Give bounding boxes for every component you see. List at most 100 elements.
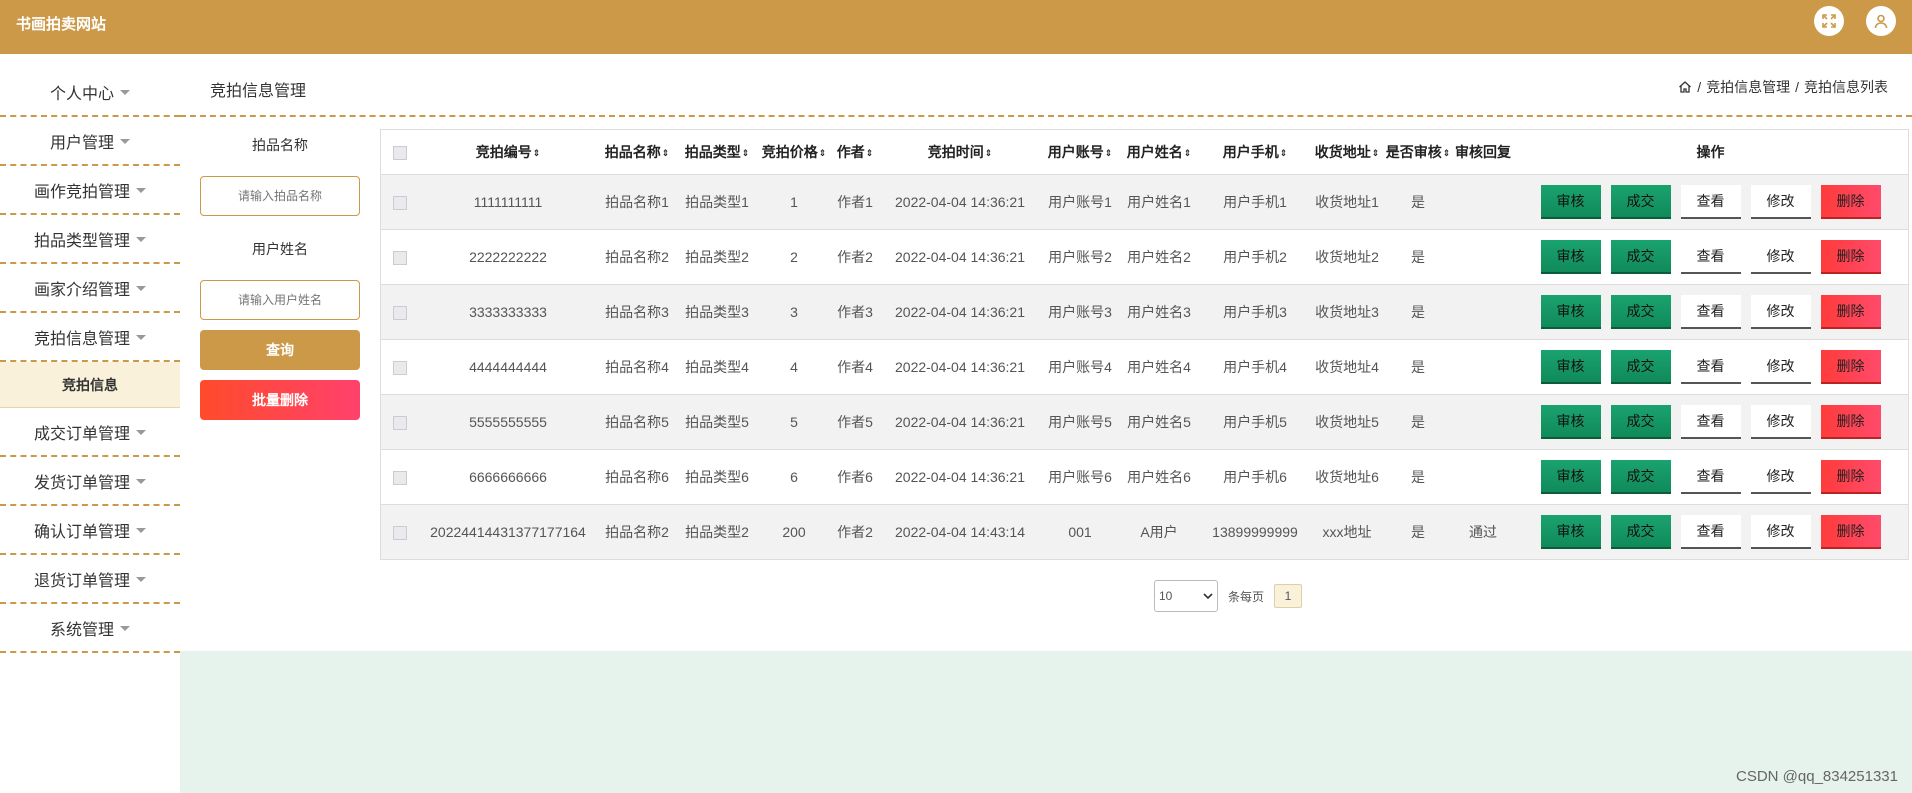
sort-icon: ⇕ — [1104, 147, 1113, 158]
user-name-input[interactable] — [200, 280, 360, 320]
view-button[interactable]: 查看 — [1680, 404, 1741, 439]
table-cell — [1453, 394, 1513, 449]
sidebar-item-item-type[interactable]: 拍品类型管理 — [0, 215, 180, 264]
edit-button[interactable]: 修改 — [1750, 184, 1811, 219]
col-header-address[interactable]: 收货地址⇕ — [1311, 130, 1383, 174]
row-checkbox[interactable] — [393, 525, 407, 540]
view-button[interactable]: 查看 — [1680, 514, 1741, 549]
user-avatar-icon[interactable] — [1866, 6, 1896, 36]
deal-button[interactable]: 成交 — [1610, 514, 1671, 549]
sidebar-item-painter-intro[interactable]: 画家介绍管理 — [0, 264, 180, 313]
view-button[interactable]: 查看 — [1680, 239, 1741, 274]
col-header-user-name[interactable]: 用户姓名⇕ — [1119, 130, 1199, 174]
table-row: 6666666666 拍品名称6 拍品类型6 6 作者6 2022-04-04 14:36… — [381, 449, 1908, 504]
sidebar-item-return-orders[interactable]: 退货订单管理 — [0, 555, 180, 604]
view-button[interactable]: 查看 — [1680, 459, 1741, 494]
deal-button[interactable]: 成交 — [1610, 239, 1671, 274]
batch-delete-button[interactable]: 批量删除 — [200, 380, 360, 420]
sidebar-subitem-auction-info[interactable]: 竞拍信息 — [0, 362, 180, 408]
table-cell: 2222222222 — [469, 248, 547, 265]
table-cell: 2022-04-04 14:36:21 — [895, 413, 1025, 430]
breadcrumb-item[interactable]: 竞拍信息管理 — [1706, 77, 1790, 97]
col-header-audited[interactable]: 是否审核⇕ — [1383, 130, 1453, 174]
table-cell: A用户 — [1140, 523, 1178, 540]
deal-button[interactable]: 成交 — [1610, 404, 1671, 439]
sort-icon: ⇕ — [661, 147, 670, 158]
audit-button[interactable]: 审核 — [1540, 184, 1601, 219]
delete-button[interactable]: 删除 — [1820, 349, 1881, 384]
table-cell: 拍品类型1 — [685, 193, 749, 210]
item-name-input[interactable] — [200, 176, 360, 216]
audit-button[interactable]: 审核 — [1540, 404, 1601, 439]
col-header-item-name[interactable]: 拍品名称⇕ — [597, 130, 677, 174]
sidebar-item-user-management[interactable]: 用户管理 — [0, 117, 180, 166]
table-cell: 用户姓名6 — [1127, 468, 1191, 485]
row-checkbox[interactable] — [393, 360, 407, 375]
table-cell: 2022-04-04 14:36:21 — [895, 193, 1025, 210]
home-icon[interactable] — [1678, 80, 1692, 94]
view-button[interactable]: 查看 — [1680, 349, 1741, 384]
delete-button[interactable]: 删除 — [1820, 459, 1881, 494]
col-header-auction-no[interactable]: 竞拍编号⇕ — [419, 130, 597, 174]
edit-button[interactable]: 修改 — [1750, 294, 1811, 329]
delete-button[interactable]: 删除 — [1820, 514, 1881, 549]
sidebar-item-system-management[interactable]: 系统管理 — [0, 604, 180, 653]
col-header-price[interactable]: 竞拍价格⇕ — [757, 130, 831, 174]
page-button-current[interactable]: 1 — [1274, 584, 1303, 608]
row-checkbox[interactable] — [393, 470, 407, 485]
table-cell: 6666666666 — [469, 468, 547, 485]
query-button[interactable]: 查询 — [200, 330, 360, 370]
delete-button[interactable]: 删除 — [1820, 294, 1881, 329]
row-checkbox[interactable] — [393, 415, 407, 430]
edit-button[interactable]: 修改 — [1750, 404, 1811, 439]
table-row: 4444444444 拍品名称4 拍品类型4 4 作者4 2022-04-04 14:36… — [381, 339, 1908, 394]
col-header-time[interactable]: 竞拍时间⇕ — [879, 130, 1041, 174]
table-cell: 作者1 — [837, 193, 873, 210]
table-cell: 用户手机2 — [1223, 248, 1287, 265]
edit-button[interactable]: 修改 — [1750, 349, 1811, 384]
deal-button[interactable]: 成交 — [1610, 349, 1671, 384]
deal-button[interactable]: 成交 — [1610, 184, 1671, 219]
col-header-phone[interactable]: 用户手机⇕ — [1199, 130, 1311, 174]
table-cell: 20224414431377177164 — [430, 523, 586, 540]
audit-button[interactable]: 审核 — [1540, 349, 1601, 384]
row-checkbox[interactable] — [393, 195, 407, 210]
row-checkbox[interactable] — [393, 305, 407, 320]
col-header-account[interactable]: 用户账号⇕ — [1041, 130, 1119, 174]
col-header-item-type[interactable]: 拍品类型⇕ — [677, 130, 757, 174]
table-cell: 拍品名称3 — [605, 303, 669, 320]
edit-button[interactable]: 修改 — [1750, 459, 1811, 494]
audit-button[interactable]: 审核 — [1540, 459, 1601, 494]
audit-button[interactable]: 审核 — [1540, 239, 1601, 274]
table-cell: 收货地址5 — [1315, 413, 1379, 430]
col-header-operations: 操作 — [1696, 143, 1725, 160]
table-cell: 是 — [1411, 413, 1425, 430]
audit-button[interactable]: 审核 — [1540, 514, 1601, 549]
delete-button[interactable]: 删除 — [1820, 184, 1881, 219]
table-cell: 拍品类型3 — [685, 303, 749, 320]
view-button[interactable]: 查看 — [1680, 294, 1741, 329]
select-all-checkbox[interactable] — [393, 145, 407, 160]
page-size-select[interactable]: 10 — [1154, 580, 1218, 612]
sidebar-item-personal-center[interactable]: 个人中心 — [0, 68, 180, 117]
table-cell: 用户姓名2 — [1127, 248, 1191, 265]
delete-button[interactable]: 删除 — [1820, 404, 1881, 439]
deal-button[interactable]: 成交 — [1610, 459, 1671, 494]
col-header-author[interactable]: 作者⇕ — [831, 130, 879, 174]
table-cell: 拍品类型5 — [685, 413, 749, 430]
sidebar-item-confirm-orders[interactable]: 确认订单管理 — [0, 506, 180, 555]
edit-button[interactable]: 修改 — [1750, 239, 1811, 274]
sidebar-item-auction-info-management[interactable]: 竞拍信息管理 — [0, 313, 180, 362]
row-checkbox[interactable] — [393, 250, 407, 265]
audit-button[interactable]: 审核 — [1540, 294, 1601, 329]
delete-button[interactable]: 删除 — [1820, 239, 1881, 274]
sidebar-item-shipping-orders[interactable]: 发货订单管理 — [0, 457, 180, 506]
fullscreen-icon[interactable] — [1814, 6, 1844, 36]
deal-button[interactable]: 成交 — [1610, 294, 1671, 329]
caret-down-icon — [136, 479, 146, 484]
sidebar-item-deal-orders[interactable]: 成交订单管理 — [0, 408, 180, 457]
table-cell: 用户手机6 — [1223, 468, 1287, 485]
edit-button[interactable]: 修改 — [1750, 514, 1811, 549]
sidebar-item-painting-auction[interactable]: 画作竞拍管理 — [0, 166, 180, 215]
view-button[interactable]: 查看 — [1680, 184, 1741, 219]
